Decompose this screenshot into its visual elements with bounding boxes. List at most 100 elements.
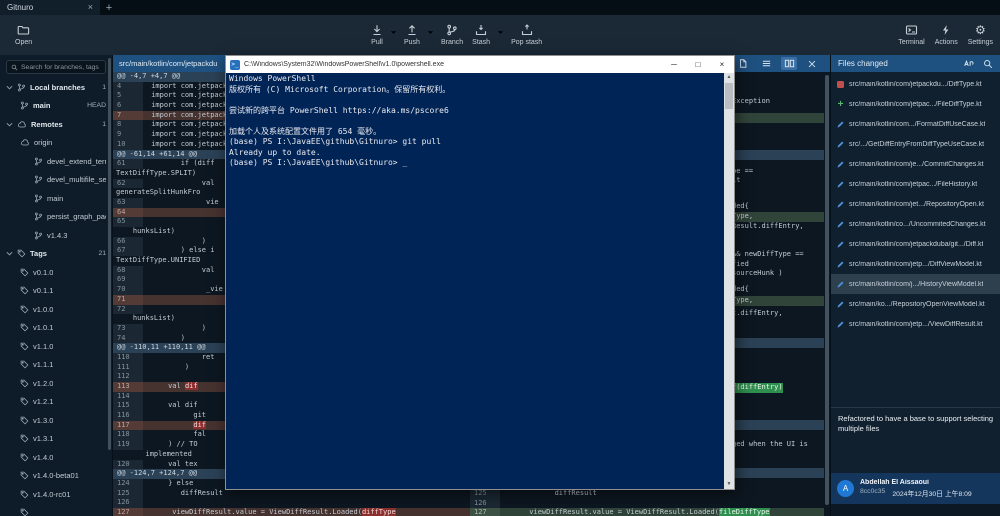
branch-icon (34, 194, 43, 203)
scroll-down-icon[interactable]: ▼ (727, 480, 732, 489)
sidebar-item-v1-3-0[interactable]: v1.3.0 (0, 411, 112, 430)
sidebar-item-v1-1-0[interactable]: v1.1.0 (0, 337, 112, 356)
close-button[interactable]: × (710, 56, 734, 73)
sidebar-item-v1-4-0-beta01[interactable]: v1.4.0-beta01 (0, 467, 112, 486)
tag-icon (20, 323, 29, 332)
sidebar-item-persist-graph-paddin[interactable]: persist_graph_paddin (0, 208, 112, 227)
push-button[interactable]: Push (401, 17, 423, 53)
sidebar-item-item[interactable] (0, 504, 112, 516)
chevron-down-icon (6, 84, 13, 91)
added-icon: + (838, 100, 844, 109)
chevron-down-icon[interactable] (496, 29, 505, 36)
sidebar-item-v1-4-0[interactable]: v1.4.0 (0, 448, 112, 467)
sidebar-item-tags[interactable]: Tags21 (0, 245, 112, 264)
pop-stash-button[interactable]: Pop stash (508, 17, 545, 53)
open-repository-button[interactable]: Open (12, 17, 35, 53)
changed-file-row[interactable]: src/main/kotlin/com/jetp.../DiffViewMode… (831, 254, 1000, 274)
pencil-icon (836, 180, 845, 189)
changed-file-row[interactable]: src/main/kotlin/com/j.../HistoryViewMode… (831, 274, 1000, 294)
tag-icon (20, 508, 29, 516)
console-line: 尝试新的跨平台 PowerShell https://aka.ms/pscore… (229, 106, 722, 117)
pull-button[interactable]: Pull (368, 17, 386, 53)
powershell-window[interactable]: >_ C:\Windows\System32\WindowsPowerShell… (225, 55, 735, 490)
sidebar-item-v1-3-1[interactable]: v1.3.1 (0, 430, 112, 449)
changed-file-row[interactable]: src/main/kotlin/com.../FormatDiffUseCase… (831, 114, 1000, 134)
sidebar-item-v1-2-0[interactable]: v1.2.0 (0, 374, 112, 393)
search-input[interactable] (21, 64, 101, 71)
tag-icon (20, 342, 29, 351)
tab-close-icon[interactable]: × (88, 3, 93, 12)
sidebar-item-v1-0-0[interactable]: v1.0.0 (0, 300, 112, 319)
powershell-title-bar[interactable]: >_ C:\Windows\System32\WindowsPowerShell… (226, 56, 734, 73)
branch-button[interactable]: Branch (438, 17, 466, 53)
chevron-down-icon[interactable] (426, 29, 435, 36)
split-view-icon[interactable] (781, 57, 797, 70)
changed-file-list: src/main/kotlin/com/jetpackdu.../DiffTyp… (831, 72, 1000, 334)
sidebar-item-v1-4-0-rc01[interactable]: v1.4.0-rc01 (0, 485, 112, 504)
scroll-up-icon[interactable]: ▲ (727, 73, 732, 82)
diff-row: 126 (113, 498, 470, 508)
branch-icon (34, 231, 43, 240)
terminal-button[interactable]: Terminal (895, 17, 927, 53)
commit-author-card[interactable]: A Abdellah El Aissaoui 8cc0c35 2024年12月3… (831, 473, 1000, 504)
toolbar-center-group: Pull Push BranchStash Pop stash (368, 17, 545, 53)
settings-button[interactable]: ⚙Settings (965, 17, 996, 53)
chevron-down-icon (6, 250, 13, 257)
branch-icon (34, 157, 43, 166)
maximize-button[interactable]: □ (686, 56, 710, 73)
sidebar-scrollbar[interactable] (108, 58, 111, 450)
branch-icon (34, 175, 43, 184)
sidebar-item-main[interactable]: main (0, 189, 112, 208)
changed-file-row[interactable]: src/main/kotlin/com/jet.../RepositoryOpe… (831, 194, 1000, 214)
stash-icon (475, 24, 487, 36)
minimize-button[interactable]: ─ (662, 56, 686, 73)
cloud-icon (20, 138, 30, 147)
console-line (229, 116, 722, 127)
changed-file-row[interactable]: +src/main/kotlin/com/jetpac.../FileDiffT… (831, 94, 1000, 114)
pencil-icon (836, 320, 845, 329)
author-name: Abdellah El Aissaoui (860, 479, 972, 486)
sidebar-item-devel-extend-termina[interactable]: devel_extend_termina (0, 152, 112, 171)
sidebar-item-origin[interactable]: origin (0, 134, 112, 153)
unified-view-icon[interactable] (758, 57, 774, 70)
console-line: Windows PowerShell (229, 74, 722, 85)
scrollbar-thumb[interactable] (725, 83, 733, 109)
sidebar-item-v0-1-0[interactable]: v0.1.0 (0, 263, 112, 282)
powershell-icon: >_ (230, 60, 240, 70)
new-tab-button[interactable]: + (100, 0, 118, 15)
actions-button[interactable]: Actions (932, 17, 961, 53)
search-icon[interactable] (983, 59, 993, 69)
powershell-console[interactable]: Windows PowerShell版权所有 (C) Microsoft Cor… (226, 73, 734, 489)
sidebar-item-v1-1-1[interactable]: v1.1.1 (0, 356, 112, 375)
sidebar-item-devel-multifile-selecti[interactable]: devel_multifile_selecti (0, 171, 112, 190)
sidebar-item-remotes[interactable]: Remotes1 (0, 115, 112, 134)
tab-gitnuro[interactable]: Gitnuro × (0, 0, 100, 15)
file-icon[interactable] (735, 57, 751, 70)
changed-file-row[interactable]: src/main/kotlin/com/jetpac.../FileHistor… (831, 174, 1000, 194)
open-label: Open (15, 39, 32, 46)
changed-file-row[interactable]: src/main/kotlin/com/jetpackdu.../DiffTyp… (831, 74, 1000, 94)
sidebar-item-local-branches[interactable]: Local branches1 (0, 78, 112, 97)
changed-file-row[interactable]: src/main/kotlin/com/je.../CommitChanges.… (831, 154, 1000, 174)
changed-file-row[interactable]: src/main/kotlin/co.../UncommitedChanges.… (831, 214, 1000, 234)
changed-file-row[interactable]: src/main/kotlin/com/jetpackduba/git.../D… (831, 234, 1000, 254)
branch-search-box[interactable] (6, 60, 106, 74)
sidebar-item-v1-0-1[interactable]: v1.0.1 (0, 319, 112, 338)
pencil-icon (836, 280, 845, 289)
changed-file-row[interactable]: src/.../GetDiffEntryFromDiffTypeUseCase.… (831, 134, 1000, 154)
console-scrollbar[interactable]: ▲ ▼ (724, 73, 734, 489)
diff-scrollbar[interactable] (825, 75, 829, 505)
chevron-down-icon[interactable] (389, 29, 398, 36)
text-filter-icon[interactable] (963, 58, 974, 69)
powershell-title: C:\Windows\System32\WindowsPowerShell\v1… (244, 61, 444, 68)
changed-file-row[interactable]: src/main/ko.../RepositoryOpenViewModel.k… (831, 294, 1000, 314)
sidebar-item-v1-4-3[interactable]: v1.4.3 (0, 226, 112, 245)
sidebar-item-v0-1-1[interactable]: v0.1.1 (0, 282, 112, 301)
stash-button[interactable]: Stash (469, 17, 493, 53)
sidebar-item-v1-2-1[interactable]: v1.2.1 (0, 393, 112, 412)
close-diff-icon[interactable] (804, 57, 820, 70)
commit-hash: 8cc0c35 (860, 488, 885, 498)
diff-row: 125 diffResult (470, 489, 824, 499)
changed-file-row[interactable]: src/main/kotlin/com/jetp.../ViewDiffResu… (831, 314, 1000, 334)
sidebar-item-main[interactable]: mainHEAD (0, 97, 112, 116)
